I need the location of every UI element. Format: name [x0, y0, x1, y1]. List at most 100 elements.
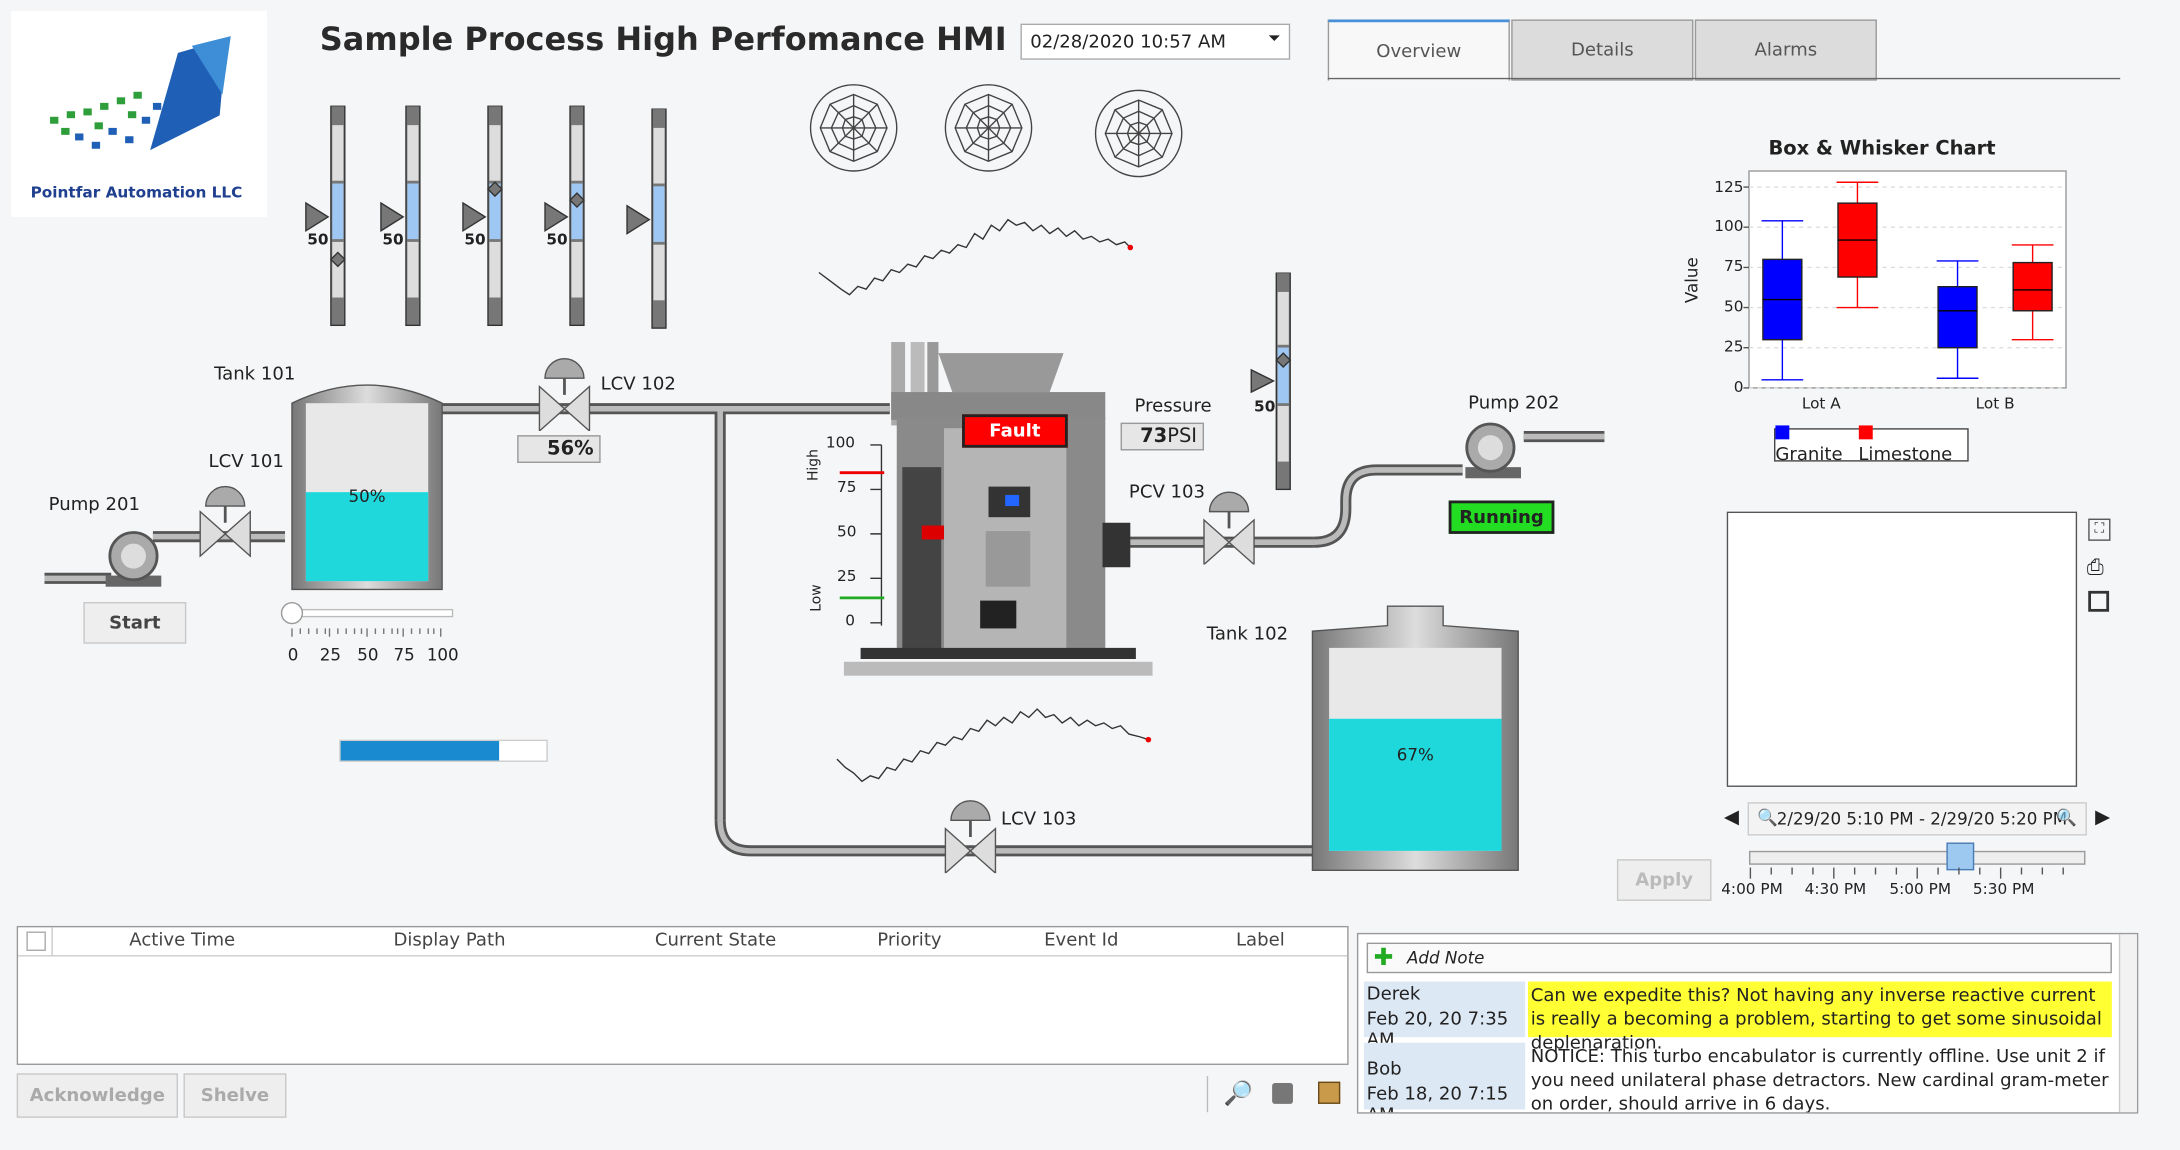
- timeline-tick-label: 4:00 PM: [1721, 880, 1783, 899]
- column-display-path[interactable]: Display Path: [393, 930, 505, 951]
- scale-low-label: Low: [809, 584, 825, 612]
- timeline-tick-label: 5:30 PM: [1972, 880, 2035, 899]
- scale-tick-0: 0: [845, 611, 856, 630]
- note-text: NOTICE: This turbo encabulator is curren…: [1530, 1046, 2109, 1114]
- lcv-101-icon[interactable]: [195, 481, 256, 559]
- lcv-103-icon[interactable]: [940, 795, 1001, 874]
- pressure-label: Pressure: [1134, 396, 1212, 418]
- boiler-fault-text: Fault: [989, 420, 1041, 442]
- level-slider[interactable]: 0 25 50 75 100: [278, 598, 459, 668]
- lcv-102-icon[interactable]: [534, 353, 595, 431]
- y-tick-label: 25: [1723, 337, 1744, 357]
- chevron-right-icon[interactable]: ▶: [2095, 806, 2110, 828]
- scale-high-label: High: [806, 449, 822, 482]
- tank-101[interactable]: 50%: [289, 373, 445, 593]
- pcv-103-icon[interactable]: [1198, 487, 1259, 565]
- lcv-102-readout-value: 56%: [547, 437, 594, 461]
- select-all-checkbox[interactable]: [26, 931, 46, 951]
- scale-tick-25: 25: [836, 567, 857, 586]
- box-chart-legend: Granite Limestone: [1774, 425, 1969, 466]
- acknowledge-button[interactable]: Acknowledge: [16, 1073, 178, 1118]
- slider-thumb[interactable]: [280, 601, 304, 625]
- box-chart: Value 125 100 75 50 25 0 Lot A Lot B: [1668, 164, 2085, 442]
- zoom-in-icon[interactable]: 🔍: [2056, 808, 2077, 827]
- alarm-table[interactable]: Active Time Display Path Current State P…: [16, 925, 1349, 1065]
- scale-tick-50: 50: [836, 522, 857, 541]
- legend-swatch: [1858, 425, 1873, 440]
- y-tick-label: 125: [1714, 177, 1744, 196]
- timeline-bar[interactable]: [1748, 850, 2086, 865]
- time-range-text: 2/29/20 5:10 PM - 2/29/20 5:20 PM: [1776, 809, 2068, 829]
- pump-201-icon[interactable]: [100, 528, 167, 589]
- magnifier-icon[interactable]: 🔎: [1223, 1080, 1252, 1108]
- pump-202-label: Pump 202: [1468, 393, 1560, 415]
- start-button-label: Start: [109, 612, 161, 634]
- fit-screen-icon[interactable]: ⛶: [2088, 518, 2111, 541]
- print-icon[interactable]: ⎙: [2087, 555, 2104, 580]
- pcv-103-label: PCV 103: [1128, 482, 1206, 504]
- slider-tick-label: 0: [287, 645, 299, 665]
- note-entry: Bob Feb 18, 20 7:15 AM NOTICE: This turb…: [1363, 1042, 2115, 1112]
- box-chart-plot: [1743, 170, 2067, 389]
- note-entry: Derek Feb 20, 20 7:35 AM Can we expedite…: [1363, 981, 2115, 1054]
- lcv-102-label: LCV 102: [600, 373, 676, 395]
- y-tick-label: 0: [1733, 378, 1744, 397]
- shelve-button[interactable]: Shelve: [183, 1073, 287, 1118]
- note-time: Feb 18, 20 7:15 AM: [1366, 1084, 1509, 1112]
- column-label[interactable]: Label: [1236, 930, 1285, 951]
- column-active-time[interactable]: Active Time: [129, 930, 235, 951]
- timeline-tick-label: 4:30 PM: [1804, 880, 1867, 899]
- slider-ticks: [291, 628, 442, 637]
- chart-canvas[interactable]: [1726, 511, 2078, 787]
- pump-201-label: Pump 201: [48, 494, 141, 516]
- apply-button[interactable]: Apply: [1616, 859, 1712, 901]
- lcv-103-label: LCV 103: [1001, 809, 1077, 831]
- column-divider: [51, 927, 53, 956]
- acknowledge-button-label: Acknowledge: [29, 1085, 165, 1106]
- scale-tick-75: 75: [836, 478, 857, 497]
- legend-swatch: [1775, 425, 1790, 440]
- box-chart-category: Lot B: [1975, 394, 2015, 413]
- slider-track: [283, 608, 454, 618]
- lcv-102-readout: 56%: [517, 435, 601, 463]
- column-current-state[interactable]: Current State: [655, 930, 776, 951]
- pump-202-status-text: Running: [1459, 506, 1544, 528]
- notes-icon[interactable]: [1272, 1083, 1293, 1104]
- legend-granite: Granite: [1775, 424, 1858, 466]
- tab-alarms-label: Alarms: [1754, 39, 1818, 61]
- time-range-box[interactable]: 🔍 2/29/20 5:10 PM - 2/29/20 5:20 PM 🔍: [1747, 802, 2087, 836]
- timeline-tick-label: 5:00 PM: [1889, 880, 1952, 899]
- timeline-handle[interactable]: [1946, 842, 1975, 871]
- box-chart-title: Box & Whisker Chart: [1768, 137, 1996, 160]
- y-tick-label: 50: [1723, 297, 1744, 316]
- box-body: [2012, 261, 2053, 312]
- slider-tick-label: 75: [393, 645, 415, 665]
- note-text-highlight: Can we expedite this? Not having any inv…: [1527, 981, 2112, 1054]
- note-author: Bob: [1366, 1059, 1402, 1081]
- note-author-cell: Derek Feb 20, 20 7:35 AM: [1363, 981, 1526, 1051]
- history-icon[interactable]: [1318, 1081, 1341, 1104]
- tab-alarms[interactable]: Alarms: [1694, 19, 1877, 81]
- legend-limestone: Limestone: [1858, 424, 1967, 466]
- boiler-fault-badge: Fault: [962, 414, 1068, 448]
- zoom-out-icon[interactable]: 🔍: [1757, 808, 1778, 827]
- pump-202-status: Running: [1448, 500, 1555, 534]
- start-button[interactable]: Start: [83, 601, 187, 644]
- lcv-101-label: LCV 101: [208, 451, 284, 473]
- column-event-id[interactable]: Event Id: [1044, 930, 1118, 951]
- toolbar-divider: [1206, 1076, 1209, 1113]
- save-icon[interactable]: [2088, 590, 2110, 612]
- column-priority[interactable]: Priority: [877, 930, 941, 951]
- legend-limestone-label: Limestone: [1858, 444, 1953, 466]
- tank-102[interactable]: 67%: [1310, 589, 1521, 873]
- add-note-button[interactable]: ✚ Add Note: [1366, 942, 2112, 974]
- tank-101-level: 50%: [348, 486, 386, 507]
- hmi-screen: Pointfar Automation LLC Sample Process H…: [0, 0, 2180, 1150]
- notes-scrollbar[interactable]: [2118, 934, 2137, 1113]
- pump-202-icon[interactable]: [1457, 420, 1529, 481]
- note-author: Derek: [1366, 984, 1421, 1006]
- legend-granite-label: Granite: [1775, 444, 1843, 466]
- chevron-left-icon[interactable]: ◀: [1724, 806, 1739, 828]
- note-author-cell: Bob Feb 18, 20 7:15 AM: [1363, 1042, 1526, 1112]
- scale-tick-100: 100: [825, 433, 856, 452]
